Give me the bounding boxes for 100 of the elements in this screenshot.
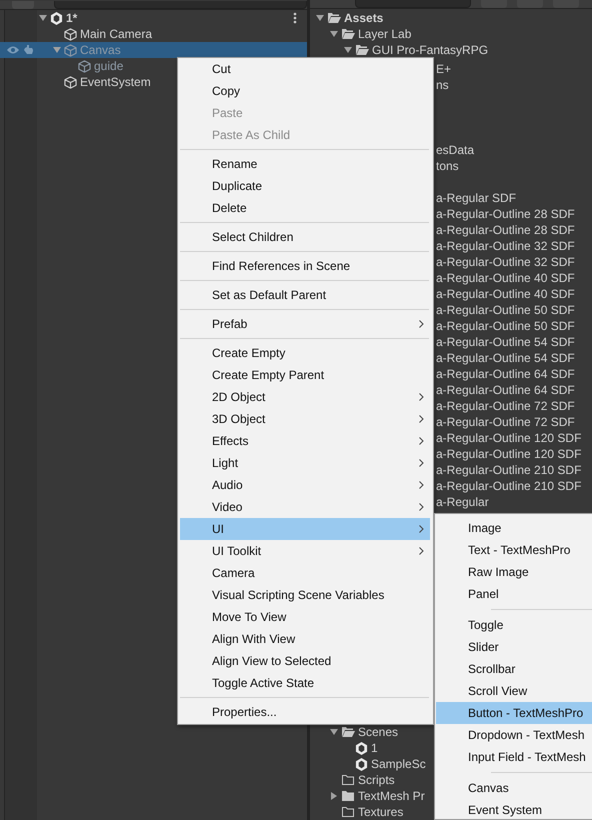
asset-name: a-Regular-Outline 120 SDF [436,430,582,446]
menu-item[interactable]: Align View to Selected [180,650,430,672]
asset-name: a-Regular-Outline 64 SDF [436,366,576,382]
asset-name: esData [436,142,474,158]
more-icon[interactable] [293,12,297,24]
asset-name: SampleSc [371,757,426,771]
menu-item[interactable]: Input Field - TextMesh [436,746,592,768]
menu-item[interactable]: Find References in Scene [180,255,430,277]
menu-item[interactable]: Image [436,517,592,539]
menu-item[interactable]: Canvas [436,777,592,799]
asset-name: a-Regular-Outline 120 SDF [436,446,582,462]
asset-name: a-Regular-Outline 32 SDF [436,238,576,254]
collapsed-arrow-icon[interactable] [330,792,338,800]
object-name: Main Camera [80,27,152,41]
object-name: EventSystem [80,75,151,89]
open-folder-icon [355,44,369,56]
hierarchy-row[interactable]: Main Camera [0,26,307,42]
asset-name: GUI Pro-FantasyRPG [372,43,488,57]
menu-item[interactable]: Text - TextMeshPro [436,539,592,561]
menu-item[interactable]: Event System [436,799,592,820]
menu-item[interactable]: Effects [180,430,430,452]
menu-item[interactable]: Slider [436,636,592,658]
menu-item[interactable]: Move To View [180,606,430,628]
open-folder-icon [327,12,341,24]
empty-folder-icon [341,806,355,818]
folder-icon [341,790,355,802]
hand-icon[interactable] [23,44,34,55]
menu-item[interactable]: Dropdown - TextMesh [436,724,592,746]
menu-item[interactable]: Duplicate [180,175,430,197]
menu-item[interactable]: Audio [180,474,430,496]
scene-icon [50,12,63,24]
expanded-arrow-icon[interactable] [39,14,47,22]
asset-name: E+ [436,61,452,77]
object-name: guide [94,59,124,73]
asset-name: a-Regular-Outline 40 SDF [436,270,576,286]
menu-item[interactable]: Scroll View [436,680,592,702]
menu-item[interactable]: Align With View [180,628,430,650]
open-folder-icon [341,726,355,738]
scene-row[interactable]: 1* [0,10,307,26]
menu-item[interactable]: Prefab [180,313,430,335]
project-row[interactable]: Scripts [310,772,395,788]
menu-item[interactable]: Button - TextMeshPro [436,702,592,724]
scene-icon [355,742,368,754]
cube-icon [78,60,91,72]
menu-item[interactable]: 2D Object [180,386,430,408]
project-row[interactable]: SampleSc [310,756,426,772]
expanded-arrow-icon[interactable] [344,46,352,54]
menu-item[interactable]: UI Toolkit [180,540,430,562]
menu-item[interactable]: Toggle [436,614,592,636]
project-row[interactable]: Textures [310,804,404,820]
menu-item[interactable]: Scrollbar [436,658,592,680]
menu-item[interactable]: Raw Image [436,561,592,583]
menu-item[interactable]: Set as Default Parent [180,284,430,306]
asset-name: a-Regular-Outline 28 SDF [436,222,576,238]
menu-item[interactable]: Create Empty [180,342,430,364]
menu-item[interactable]: Camera [180,562,430,584]
menu-item[interactable]: Rename [180,153,430,175]
asset-name: tons [436,158,460,174]
asset-name: Assets [344,11,384,25]
menu-item[interactable]: Delete [180,197,430,219]
menu-item[interactable]: Light [180,452,430,474]
asset-name: Textures [358,805,404,819]
menu-item[interactable]: Copy [180,80,430,102]
object-name: Canvas [80,43,121,57]
eye-icon[interactable] [6,45,20,55]
asset-name: Scripts [358,773,395,787]
menu-item[interactable]: Panel [436,583,592,605]
project-row[interactable]: Scenes [310,724,398,740]
asset-name: a-Regular-Outline 210 SDF [436,478,582,494]
menu-item[interactable]: Visual Scripting Scene Variables [180,584,430,606]
asset-name: TextMesh Pr [358,789,425,803]
project-row[interactable]: TextMesh Pr [310,788,425,804]
project-row[interactable]: Layer Lab [310,26,412,42]
expanded-arrow-icon[interactable] [53,46,61,54]
expanded-arrow-icon[interactable] [330,728,338,736]
asset-name: a-Regular-Outline 32 SDF [436,254,576,270]
asset-name: a-Regular-Outline 28 SDF [436,206,576,222]
asset-name: a-Regular-Outline 72 SDF [436,414,576,430]
project-row[interactable]: GUI Pro-FantasyRPG [310,42,488,58]
empty-folder-icon [341,774,355,786]
menu-item[interactable]: Properties... [180,701,430,723]
asset-name: ns [436,77,450,93]
asset-name: Layer Lab [358,27,412,41]
expanded-arrow-icon[interactable] [330,30,338,38]
project-row[interactable]: Assets [310,10,384,26]
menu-item[interactable]: Toggle Active State [180,672,430,694]
menu-item[interactable]: Select Children [180,226,430,248]
menu-item[interactable]: Create Empty Parent [180,364,430,386]
expanded-arrow-icon[interactable] [316,14,324,22]
asset-name: a-Regular-Outline 40 SDF [436,286,576,302]
menu-item[interactable]: Cut [180,58,430,80]
asset-name: a-Regular-Outline 72 SDF [436,398,576,414]
project-row[interactable]: 1 [310,740,378,756]
menu-item[interactable]: 3D Object [180,408,430,430]
asset-name: a-Regular SDF [436,190,518,206]
asset-name: a-Regular-Outline 54 SDF [436,334,576,350]
menu-item[interactable]: UI [180,518,430,540]
asset-name: a-Regular [436,494,490,510]
asset-name: a-Regular-Outline 50 SDF [436,318,576,334]
menu-item[interactable]: Video [180,496,430,518]
